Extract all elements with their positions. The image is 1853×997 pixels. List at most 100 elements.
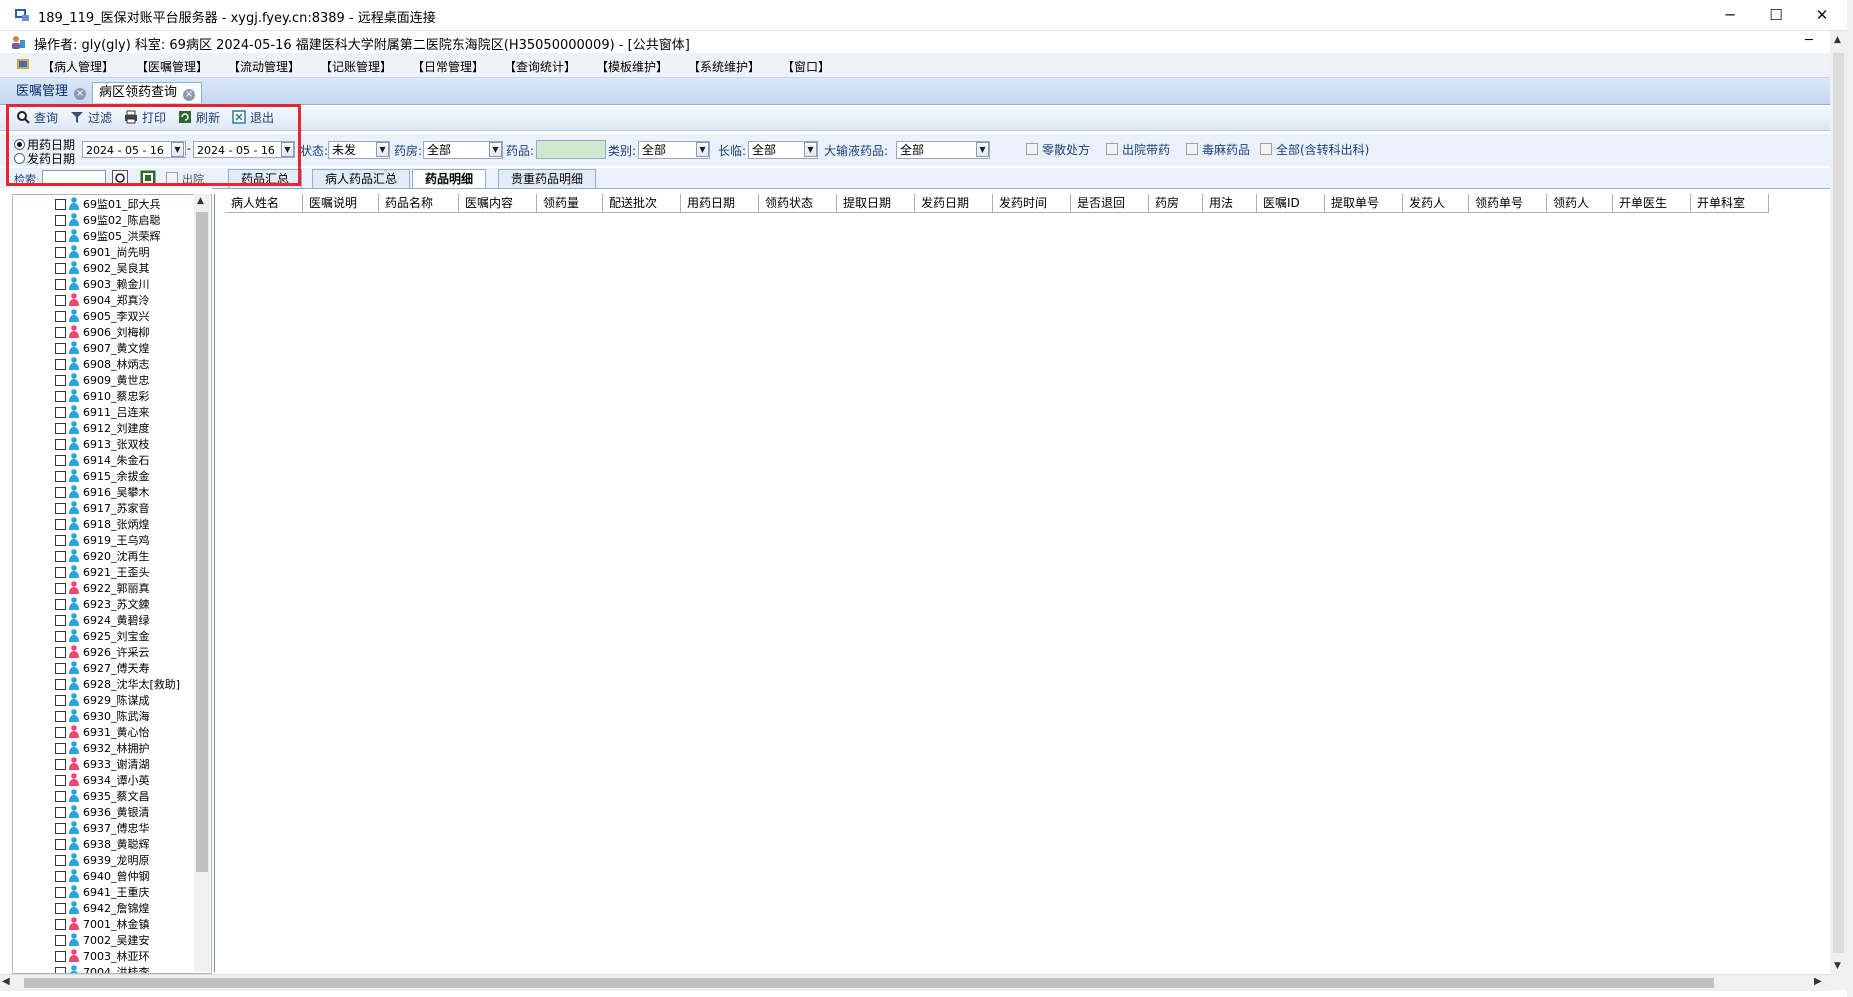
menu-query-stats[interactable]: 【查询统计】 (504, 58, 576, 75)
inner-minimize-button[interactable]: ─ (1805, 33, 1813, 48)
scroll-left-icon[interactable]: ◀ (2, 976, 10, 987)
patient-tree-item[interactable]: 6938_黄聪辉 (55, 837, 150, 853)
patient-tree-item[interactable]: 6937_傅忠华 (55, 821, 150, 837)
maximize-button[interactable]: ☐ (1753, 0, 1799, 30)
patient-checkbox[interactable] (55, 375, 66, 386)
patient-tree-item[interactable]: 6935_蔡文昌 (55, 789, 150, 805)
menu-billing-mgmt[interactable]: 【记账管理】 (320, 58, 392, 75)
patient-checkbox[interactable] (55, 743, 66, 754)
patient-tree-item[interactable]: 6902_吴良其 (55, 261, 150, 277)
tab-drug-detail[interactable]: 药品明细 (412, 169, 487, 188)
patient-tree-item[interactable]: 6929_陈谋成 (55, 693, 150, 709)
patient-checkbox[interactable] (55, 407, 66, 418)
patient-checkbox[interactable] (55, 695, 66, 706)
v-scroll-thumb[interactable] (1833, 53, 1844, 953)
patient-checkbox[interactable] (55, 231, 66, 242)
menu-patient-mgmt[interactable]: 【病人管理】 (42, 58, 114, 75)
tab-patient-drug-summary[interactable]: 病人药品汇总 (312, 169, 411, 188)
patient-checkbox[interactable] (55, 535, 66, 546)
status-dropdown-icon[interactable]: ▼ (376, 142, 389, 157)
patient-checkbox[interactable] (55, 503, 66, 514)
column-header[interactable]: 提取单号 (1325, 194, 1403, 213)
patient-checkbox[interactable] (55, 839, 66, 850)
narcotic-drug-checkbox[interactable]: 毒麻药品 (1186, 141, 1250, 158)
patient-checkbox[interactable] (55, 871, 66, 882)
patient-checkbox[interactable] (55, 327, 66, 338)
patient-tree-item[interactable]: 6941_王重庆 (55, 885, 150, 901)
patient-checkbox[interactable] (55, 615, 66, 626)
patient-checkbox[interactable] (55, 935, 66, 946)
patient-tree-item[interactable]: 6906_刘梅柳 (55, 325, 150, 341)
patient-checkbox[interactable] (55, 775, 66, 786)
infusion-dropdown-icon[interactable]: ▼ (976, 142, 989, 157)
patient-checkbox[interactable] (55, 967, 66, 973)
patient-tree-item[interactable]: 6915_余拔金 (55, 469, 150, 485)
patient-checkbox[interactable] (55, 567, 66, 578)
column-header[interactable]: 开单医生 (1613, 194, 1691, 213)
tab-close-icon[interactable]: × (183, 89, 196, 101)
patient-tree-item[interactable]: 7002_吴建安 (55, 933, 150, 949)
patient-tree-item[interactable]: 6934_谭小英 (55, 773, 150, 789)
patient-tree-item[interactable]: 6913_张双枝 (55, 437, 150, 453)
column-header[interactable]: 药房 (1149, 194, 1203, 213)
column-header[interactable]: 医嘱ID (1257, 194, 1325, 213)
patient-checkbox[interactable] (55, 471, 66, 482)
column-header[interactable]: 领药单号 (1469, 194, 1547, 213)
patient-tree-item[interactable]: 7001_林金镇 (55, 917, 150, 933)
minimize-button[interactable]: ─ (1707, 0, 1753, 30)
h-scroll-thumb[interactable] (24, 978, 1714, 988)
vscroll-down-icon[interactable]: ▼ (1834, 961, 1841, 971)
patient-tree-item[interactable]: 69监05_洪荣辉 (55, 229, 161, 245)
tab-valuable-drug-detail[interactable]: 贵重药品明细 (498, 169, 597, 188)
patient-checkbox[interactable] (55, 727, 66, 738)
patient-tree-item[interactable]: 69监02_陈启聪 (55, 213, 161, 229)
patient-checkbox[interactable] (55, 551, 66, 562)
menu-system-maint[interactable]: 【系统维护】 (688, 58, 760, 75)
column-header[interactable]: 开单科室 (1691, 194, 1769, 213)
patient-checkbox[interactable] (55, 679, 66, 690)
patient-checkbox[interactable] (55, 919, 66, 930)
patient-checkbox[interactable] (55, 759, 66, 770)
patient-checkbox[interactable] (55, 663, 66, 674)
menu-flow-mgmt[interactable]: 【流动管理】 (228, 58, 300, 75)
column-header[interactable]: 医嘱内容 (459, 194, 537, 213)
patient-tree-item[interactable]: 6912_刘建度 (55, 421, 150, 437)
tab-close-icon[interactable]: × (74, 88, 87, 100)
patient-checkbox[interactable] (55, 791, 66, 802)
discharge-drug-checkbox[interactable]: 出院带药 (1106, 141, 1170, 158)
column-header[interactable]: 医嘱说明 (303, 194, 379, 213)
column-header[interactable]: 用药日期 (681, 194, 759, 213)
menu-order-mgmt[interactable]: 【医嘱管理】 (136, 58, 208, 75)
patient-checkbox[interactable] (55, 359, 66, 370)
patient-tree-item[interactable]: 6907_黄文煌 (55, 341, 150, 357)
patient-tree-item[interactable]: 6925_刘宝金 (55, 629, 150, 645)
category-dropdown-icon[interactable]: ▼ (696, 142, 709, 157)
scroll-right-icon[interactable]: ▶ (1814, 976, 1822, 987)
patient-tree-item[interactable]: 6904_郑真泠 (55, 293, 150, 309)
patient-tree-item[interactable]: 6931_黄心怡 (55, 725, 150, 741)
patient-checkbox[interactable] (55, 519, 66, 530)
patient-tree-item[interactable]: 6923_苏文鍊 (55, 597, 150, 613)
vscroll-up-icon[interactable]: ▲ (1834, 35, 1841, 45)
column-header[interactable]: 领药量 (537, 194, 603, 213)
scroll-thumb[interactable] (196, 212, 208, 872)
patient-tree-item[interactable]: 6927_傅天寿 (55, 661, 150, 677)
patient-tree-item[interactable]: 6910_蔡忠彩 (55, 389, 150, 405)
patient-tree-item[interactable]: 6909_黄世忠 (55, 373, 150, 389)
patient-tree-item[interactable]: 69监01_邱大兵 (55, 197, 161, 213)
column-header[interactable]: 发药人 (1403, 194, 1469, 213)
patient-checkbox[interactable] (55, 311, 66, 322)
patient-checkbox[interactable] (55, 855, 66, 866)
patient-checkbox[interactable] (55, 823, 66, 834)
column-header[interactable]: 领药人 (1547, 194, 1613, 213)
patient-tree-item[interactable]: 6933_谢清湖 (55, 757, 150, 773)
patient-tree-item[interactable]: 6914_朱金石 (55, 453, 150, 469)
close-button[interactable]: ✕ (1799, 0, 1845, 30)
patient-tree-item[interactable]: 6942_詹锦煌 (55, 901, 150, 917)
patient-tree-item[interactable]: 6901_尚先明 (55, 245, 150, 261)
tab-order-mgmt[interactable]: 医嘱管理 × (10, 82, 92, 102)
patient-tree-item[interactable]: 6932_林拥护 (55, 741, 150, 757)
patient-checkbox[interactable] (55, 951, 66, 962)
patient-tree-item[interactable]: 6918_张炳煌 (55, 517, 150, 533)
patient-tree-item[interactable]: 6911_吕连来 (55, 405, 150, 421)
